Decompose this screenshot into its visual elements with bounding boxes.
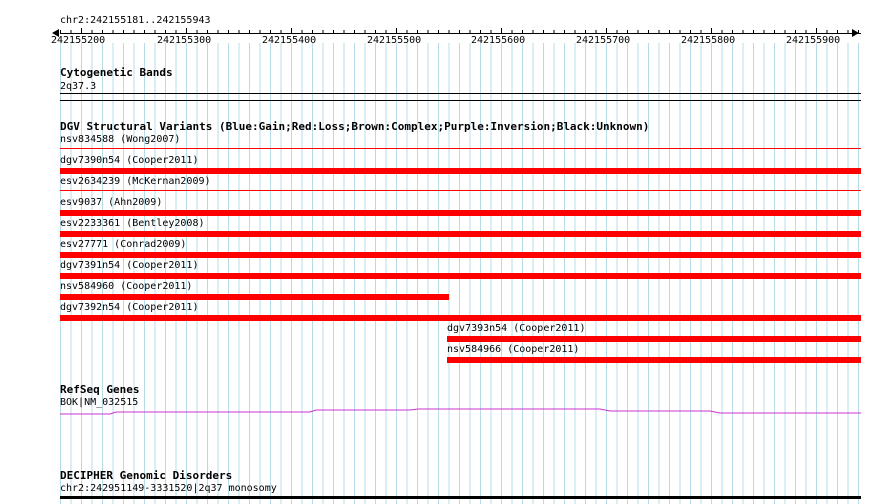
variant-label: esv27771 (Conrad2009): [60, 239, 187, 250]
variant-label: nsv584966 (Cooper2011): [447, 344, 580, 355]
variant-label: dgv7390n54 (Cooper2011): [60, 155, 199, 166]
scroll-right-icon[interactable]: [852, 29, 859, 37]
ruler-tick-label: 242155600: [471, 35, 526, 46]
track-title-decipher[interactable]: DECIPHER Genomic Disorders: [60, 470, 232, 482]
variant-feature[interactable]: [60, 315, 861, 321]
variant-label: esv9037 (Ahn2009): [60, 197, 163, 208]
variant-feature[interactable]: [60, 273, 861, 279]
variant-feature[interactable]: [60, 168, 861, 174]
variant-feature[interactable]: [60, 294, 449, 300]
variant-feature[interactable]: [60, 231, 861, 237]
ruler-axis: [60, 33, 861, 34]
variant-label: nsv584960 (Cooper2011): [60, 281, 193, 292]
ruler-tick-label: 242155300: [157, 35, 212, 46]
gene-feature[interactable]: [60, 405, 861, 417]
ruler-tick-label: 242155900: [786, 35, 841, 46]
ruler-tick-label: 242155200: [51, 35, 106, 46]
track-title-refseq[interactable]: RefSeq Genes: [60, 384, 139, 396]
variant-label: dgv7391n54 (Cooper2011): [60, 260, 199, 271]
variant-label: esv2634239 (McKernan2009): [60, 176, 211, 187]
variant-feature[interactable]: [447, 336, 861, 342]
decipher-feature[interactable]: [60, 496, 861, 499]
cytoband-feature[interactable]: [60, 93, 861, 94]
location-label: chr2:242155181..242155943: [60, 15, 211, 26]
ruler-tick-label: 242155800: [681, 35, 736, 46]
track-title-dgv[interactable]: DGV Structural Variants (Blue:Gain;Red:L…: [60, 121, 649, 133]
decipher-label: chr2:242951149-3331520|2q37 monosomy: [60, 483, 277, 494]
cytoband-label: 2q37.3: [60, 81, 97, 92]
variant-feature[interactable]: [60, 190, 861, 191]
ruler-tick-label: 242155500: [367, 35, 422, 46]
variant-feature[interactable]: [447, 357, 861, 363]
variant-feature[interactable]: [60, 148, 861, 149]
track-title-cytoband[interactable]: Cytogenetic Bands: [60, 67, 173, 79]
variant-feature[interactable]: [60, 210, 861, 216]
variant-label: dgv7392n54 (Cooper2011): [60, 302, 199, 313]
variant-feature[interactable]: [60, 252, 861, 258]
cytoband-feature[interactable]: [60, 100, 861, 101]
variant-label: esv2233361 (Bentley2008): [60, 218, 205, 229]
ruler-tick-label: 242155400: [262, 35, 317, 46]
ruler-tick-label: 242155700: [576, 35, 631, 46]
variant-label: nsv834588 (Wong2007): [60, 134, 181, 145]
variant-label: dgv7393n54 (Cooper2011): [447, 323, 586, 334]
